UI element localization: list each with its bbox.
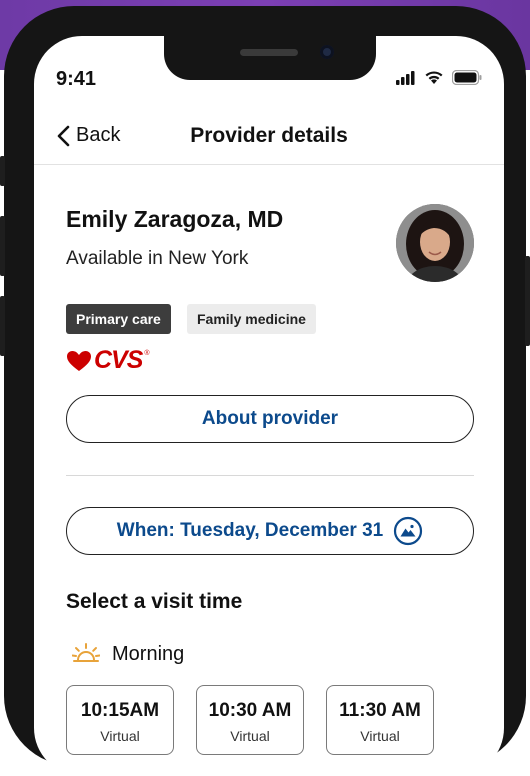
volume-down-button — [0, 296, 5, 356]
provider-location: Available in New York — [66, 248, 249, 269]
period-morning: Morning — [72, 642, 184, 666]
volume-up-button — [0, 216, 5, 276]
phone-frame: 9:41 Back Provider details Emily Zaragoz… — [0, 6, 530, 776]
power-button — [525, 256, 530, 346]
date-picker-label: When: Tuesday, December 31 — [116, 520, 384, 541]
slot-type: Virtual — [360, 728, 400, 744]
tag-family-medicine: Family medicine — [187, 304, 316, 334]
about-provider-label: About provider — [201, 408, 339, 429]
side-button — [0, 156, 5, 186]
period-label: Morning — [112, 642, 185, 665]
provider-avatar — [396, 204, 474, 282]
time-slot-1015[interactable]: 10:15AM Virtual — [66, 685, 174, 755]
notch — [164, 36, 376, 80]
time-slot-1030[interactable]: 10:30 AM Virtual — [196, 685, 304, 755]
slot-time: 10:30 AM — [208, 700, 292, 721]
sun-icon — [72, 643, 100, 662]
heart-icon — [67, 350, 91, 371]
provider-name: Emily Zaragoza, MD — [66, 206, 284, 232]
wifi-icon — [425, 71, 443, 84]
slot-time: 11:30 AM — [339, 700, 421, 721]
section-divider — [66, 475, 474, 476]
date-picker-button[interactable]: When: Tuesday, December 31 — [66, 507, 474, 555]
navigation-header: Back Provider details — [34, 116, 504, 165]
slot-time: 10:15AM — [80, 700, 160, 721]
speaker — [240, 49, 298, 56]
slot-type: Virtual — [230, 728, 270, 744]
signal-icon — [396, 70, 415, 85]
status-time: 9:41 — [56, 68, 97, 90]
visit-time-heading: Select a visit time — [66, 590, 243, 613]
status-icons — [396, 70, 482, 85]
registered-mark-icon: ® — [144, 350, 150, 357]
calendar-mountain-icon — [394, 516, 423, 546]
cvs-logo: CVS ® — [66, 348, 150, 373]
battery-icon — [452, 70, 482, 85]
provider-photo — [396, 204, 474, 282]
time-slot-1130[interactable]: 11:30 AM Virtual — [326, 685, 434, 755]
tag-primary-care: Primary care — [66, 304, 171, 334]
screen: 9:41 Back Provider details Emily Zaragoz… — [34, 36, 504, 776]
front-camera — [320, 45, 334, 59]
slot-type: Virtual — [100, 728, 140, 744]
cvs-logo-text: CVS — [94, 346, 143, 374]
page-title: Provider details — [190, 124, 348, 147]
about-provider-button[interactable]: About provider — [66, 395, 474, 443]
